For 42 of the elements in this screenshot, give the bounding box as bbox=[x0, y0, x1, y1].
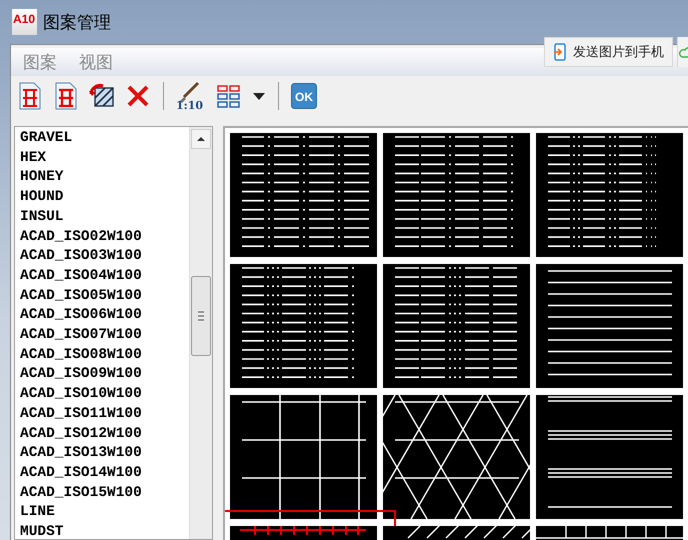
pattern-list-item[interactable]: LINE bbox=[20, 503, 189, 524]
pattern-list-item[interactable]: GRAVEL bbox=[20, 129, 189, 149]
pattern-list-item[interactable]: ACAD_ISO14W100 bbox=[20, 464, 189, 484]
hatch-pattern-preview[interactable] bbox=[383, 395, 530, 519]
send-to-phone-button[interactable]: 发送图片到手机 bbox=[544, 37, 673, 67]
pattern-list-item[interactable]: ACAD_ISO13W100 bbox=[20, 444, 189, 464]
cross-icon bbox=[126, 84, 150, 108]
pattern-list-item[interactable]: HOUND bbox=[20, 188, 189, 208]
pattern-list-item[interactable]: ACAD_ISO08W100 bbox=[20, 346, 189, 366]
pattern-list-item[interactable]: ACAD_ISO06W100 bbox=[20, 306, 189, 326]
pattern-list-item[interactable]: HEX bbox=[20, 148, 189, 168]
phone-icon bbox=[553, 43, 567, 61]
hatch-page-icon bbox=[18, 82, 42, 110]
pattern-list-item[interactable]: ACAD_ISO02W100 bbox=[20, 228, 189, 248]
hatch-pattern-preview[interactable] bbox=[230, 133, 377, 257]
pattern-list-item[interactable]: ACAD_ISO09W100 bbox=[20, 365, 189, 386]
pattern-list-item[interactable]: INSUL bbox=[20, 208, 189, 228]
pattern-list-item[interactable]: ACAD_ISO10W100 bbox=[20, 385, 189, 405]
hatch-pattern-preview[interactable] bbox=[536, 395, 683, 519]
pattern-list-item[interactable]: MUDST bbox=[20, 523, 189, 539]
pattern-list[interactable] bbox=[14, 126, 213, 540]
hatch-pattern-preview[interactable] bbox=[536, 264, 683, 388]
pattern-list-item[interactable]: ACAD_ISO04W100 bbox=[20, 266, 189, 287]
scale-button[interactable]: 1:10 bbox=[174, 81, 208, 111]
hatch-pattern-preview[interactable] bbox=[383, 133, 530, 257]
hatch-pattern-preview[interactable] bbox=[383, 264, 530, 388]
pattern-list-item[interactable]: ACAD_ISO12W100 bbox=[20, 424, 189, 444]
caret-icon bbox=[253, 92, 265, 100]
pattern-list-item[interactable]: ACAD_ISO03W100 bbox=[20, 247, 189, 267]
pattern-list-item[interactable]: ACAD_ISO07W100 bbox=[20, 326, 189, 346]
pattern-list-item[interactable]: HONEY bbox=[20, 168, 189, 188]
window-title: 图案管理 bbox=[43, 12, 112, 34]
app-logo: A10 bbox=[12, 9, 38, 35]
hatch-pattern-preview[interactable] bbox=[230, 264, 377, 388]
pattern-list-item[interactable]: ACAD_ISO15W100 bbox=[20, 484, 189, 504]
hatch-pattern-preview[interactable] bbox=[536, 133, 683, 257]
pattern-list-item[interactable]: ACAD_ISO05W100 bbox=[20, 286, 189, 306]
grid-icon bbox=[217, 84, 241, 108]
pattern-list-item[interactable]: ACAD_ISO11W100 bbox=[20, 404, 189, 425]
hatch-pattern-preview[interactable] bbox=[230, 395, 377, 519]
hatch-page-icon bbox=[54, 82, 78, 110]
scrollbar-thumb[interactable] bbox=[191, 276, 211, 356]
